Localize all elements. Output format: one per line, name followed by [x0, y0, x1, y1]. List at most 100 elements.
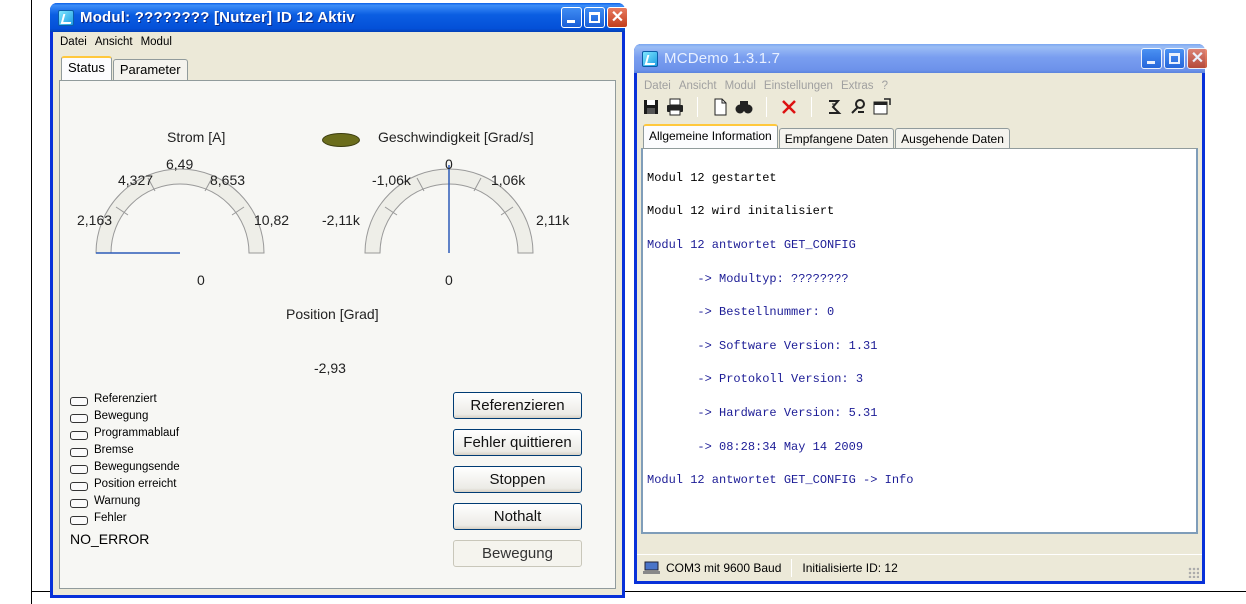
indicator-led [70, 465, 88, 474]
indicator-led [70, 397, 88, 406]
indicator-label: Bremse [94, 444, 134, 456]
tab-ausgehende-daten[interactable]: Ausgehende Daten [895, 128, 1010, 148]
strom-tick-2: 4,327 [118, 172, 154, 188]
indicator-warnung: Warnung [70, 495, 210, 513]
speed-label: Geschwindigkeit [Grad/s] [378, 129, 534, 145]
indicator-led [70, 482, 88, 491]
referenzieren-button[interactable]: Referenzieren [453, 392, 582, 419]
speed-tick-4: 1,06k [491, 172, 526, 188]
strom-tick-3: 6,49 [166, 156, 194, 172]
delete-icon[interactable] [778, 96, 800, 118]
indicator-referenziert: Referenziert [70, 393, 210, 411]
indicator-label: Warnung [94, 495, 141, 507]
indicator-label: Fehler [94, 512, 127, 524]
menu-extras[interactable]: Extras [837, 80, 878, 92]
maximize-icon [589, 12, 600, 23]
network-icon [643, 561, 661, 575]
tab-parameter[interactable]: Parameter [112, 59, 188, 80]
app-icon [642, 51, 658, 67]
position-label: Position [Grad] [286, 306, 379, 322]
toolbar-separator [766, 97, 767, 117]
log-line: -> 08:28:34 May 14 2009 [647, 439, 864, 454]
minimize-button[interactable] [1141, 48, 1162, 69]
speed-tick-3: 0 [445, 156, 453, 172]
speed-tick-center: 0 [445, 272, 453, 288]
maximize-button[interactable] [584, 7, 605, 28]
minimize-button[interactable] [561, 7, 582, 28]
fehler-quittieren-button[interactable]: Fehler quittieren [453, 429, 582, 456]
connection-status: COM3 mit 9600 Baud [666, 561, 782, 575]
menu-einstellungen[interactable]: Einstellungen [760, 80, 837, 92]
status-divider [791, 559, 793, 577]
strom-tick-4: 8,653 [210, 172, 246, 188]
indicator-led [70, 414, 88, 423]
indicator-bewegungsende: Bewegungsende [70, 461, 210, 479]
menu-bar: Datei Ansicht Modul Einstellungen Extras… [637, 76, 1202, 95]
menu-modul[interactable]: Modul [721, 80, 760, 92]
print-icon[interactable] [664, 96, 686, 118]
indicator-label: Position erreicht [94, 478, 177, 490]
properties-icon[interactable] [871, 96, 893, 118]
app-icon [58, 10, 74, 26]
bewegung-button[interactable]: Bewegung [453, 540, 582, 567]
indicator-label: Bewegungsende [94, 461, 180, 473]
close-button[interactable]: ✕ [607, 7, 628, 28]
menu-ansicht[interactable]: Ansicht [675, 80, 721, 92]
indicator-fehler: Fehler [70, 512, 210, 530]
mcdemo-window: MCDemo 1.3.1.7 ✕ Datei Ansicht Modul Ein… [634, 44, 1208, 584]
menu-modul[interactable]: Modul [137, 36, 176, 48]
menu-bar: Datei Ansicht Modul [53, 32, 622, 51]
speed-tick-5: 2,11k [536, 212, 570, 228]
connect-icon[interactable] [823, 96, 845, 118]
speed-tick-2: -1,06k [372, 172, 411, 188]
status-led [322, 133, 360, 147]
indicator-label: Referenziert [94, 393, 157, 405]
menu-datei[interactable]: Datei [640, 80, 675, 92]
minimize-icon [567, 20, 575, 23]
modul-titlebar[interactable]: Modul: ???????? [Nutzer] ID 12 Aktiv ✕ [50, 3, 628, 32]
maximize-button[interactable] [1164, 48, 1185, 69]
frame-border-left [31, 0, 32, 604]
modul-window: Modul: ???????? [Nutzer] ID 12 Aktiv ✕ D… [50, 3, 628, 598]
log-output: Modul 12 gestartet Modul 12 wird initali… [647, 153, 913, 523]
error-status-text: NO_ERROR [70, 531, 150, 547]
position-value: -2,93 [314, 360, 346, 376]
log-line: Modul 12 wird initalisiert [647, 204, 835, 219]
toolbar [639, 94, 1200, 120]
initialized-id: Initialisierte ID: 12 [802, 561, 898, 575]
tab-allgemeine-information[interactable]: Allgemeine Information [643, 124, 778, 148]
indicator-led [70, 448, 88, 457]
toolbar-separator [697, 97, 698, 117]
new-document-icon[interactable] [709, 96, 731, 118]
indicator-led [70, 431, 88, 440]
log-line: -> Hardware Version: 5.31 [647, 405, 878, 420]
indicator-label: Programmablauf [94, 427, 180, 439]
indicator-position-erreicht: Position erreicht [70, 478, 210, 496]
tab-empfangene-daten[interactable]: Empfangene Daten [778, 128, 895, 148]
strom-label: Strom [A] [167, 129, 226, 145]
menu-help[interactable]: ? [878, 80, 892, 92]
resize-grip[interactable] [1188, 567, 1199, 578]
indicator-bremse: Bremse [70, 444, 210, 462]
speed-tick-1: -2,11k [322, 212, 360, 228]
close-button[interactable]: ✕ [1187, 48, 1208, 69]
tab-status[interactable]: Status [61, 56, 112, 80]
window-title: MCDemo 1.3.1.7 [664, 50, 781, 67]
nothalt-button[interactable]: Nothalt [453, 503, 582, 530]
menu-datei[interactable]: Datei [56, 36, 91, 48]
tools-icon[interactable] [847, 96, 869, 118]
indicator-programmablauf: Programmablauf [70, 427, 210, 445]
close-icon: ✕ [610, 9, 625, 26]
find-icon[interactable] [733, 96, 755, 118]
log-panel[interactable]: Modul 12 gestartet Modul 12 wird initali… [641, 148, 1198, 534]
log-line: -> Software Version: 1.31 [647, 338, 878, 353]
log-line: Modul 12 antwortet GET_CONFIG [647, 237, 856, 252]
window-title: Modul: ???????? [Nutzer] ID 12 Aktiv [80, 9, 355, 26]
status-bar: COM3 mit 9600 Baud Initialisierte ID: 12 [637, 554, 1202, 581]
log-line: -> Bestellnummer: 0 [647, 305, 835, 320]
menu-ansicht[interactable]: Ansicht [91, 36, 137, 48]
mcdemo-titlebar[interactable]: MCDemo 1.3.1.7 ✕ [634, 44, 1208, 73]
minimize-icon [1147, 61, 1155, 64]
save-icon[interactable] [640, 96, 662, 118]
stoppen-button[interactable]: Stoppen [453, 466, 582, 493]
